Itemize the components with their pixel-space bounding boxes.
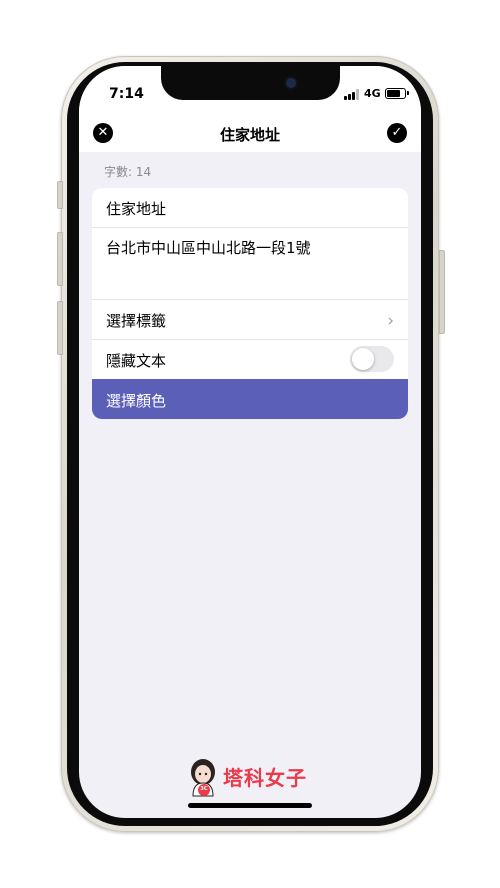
front-camera xyxy=(286,78,296,88)
chevron-right-icon: › xyxy=(387,311,394,331)
hide-text-toggle[interactable] xyxy=(350,346,394,372)
status-time: 7:14 xyxy=(109,86,144,102)
note-card: 住家地址 台北市中山區中山北路一段1號 選擇標籤 › 隱藏文本 選擇顏色 xyxy=(92,188,408,419)
page-title: 住家地址 xyxy=(219,126,280,144)
app-screen: 7:14 4G ✕ 住家地址 ✓ 字數: 14 住家地址 台北市中山區中山北路一… xyxy=(79,66,421,818)
mute-switch xyxy=(57,181,63,209)
status-bar: 7:14 4G xyxy=(79,66,421,118)
battery-icon xyxy=(385,88,409,99)
toggle-knob xyxy=(352,348,374,370)
watermark-logo: 3C 塔科女子 xyxy=(187,756,327,798)
checkmark-icon[interactable]: ✓ xyxy=(387,123,407,143)
mascot-badge: 3C xyxy=(200,786,208,792)
volume-up-button xyxy=(57,232,63,286)
select-tag-label: 選擇標籤 xyxy=(106,312,167,330)
note-body-text: 台北市中山區中山北路一段1號 xyxy=(106,239,311,257)
select-color-label: 選擇顏色 xyxy=(106,392,167,410)
note-title-field[interactable]: 住家地址 xyxy=(92,188,408,227)
signal-icon xyxy=(344,89,360,100)
volume-down-button xyxy=(57,301,63,355)
notch xyxy=(161,66,340,100)
hide-text-label: 隱藏文本 xyxy=(106,352,167,370)
character-count: 字數: 14 xyxy=(104,165,152,179)
select-tag-row[interactable]: 選擇標籤 › xyxy=(92,300,408,339)
watermark-text: 塔科女子 xyxy=(223,766,307,790)
note-body-field[interactable]: 台北市中山區中山北路一段1號 xyxy=(92,228,408,299)
select-color-row[interactable]: 選擇顏色 xyxy=(92,379,408,419)
hide-text-row: 隱藏文本 xyxy=(92,340,408,379)
navigation-bar: ✕ 住家地址 ✓ xyxy=(79,118,421,152)
power-button xyxy=(439,250,445,334)
network-type: 4G xyxy=(364,87,381,100)
home-indicator[interactable] xyxy=(188,803,312,808)
note-title-text: 住家地址 xyxy=(106,200,167,218)
